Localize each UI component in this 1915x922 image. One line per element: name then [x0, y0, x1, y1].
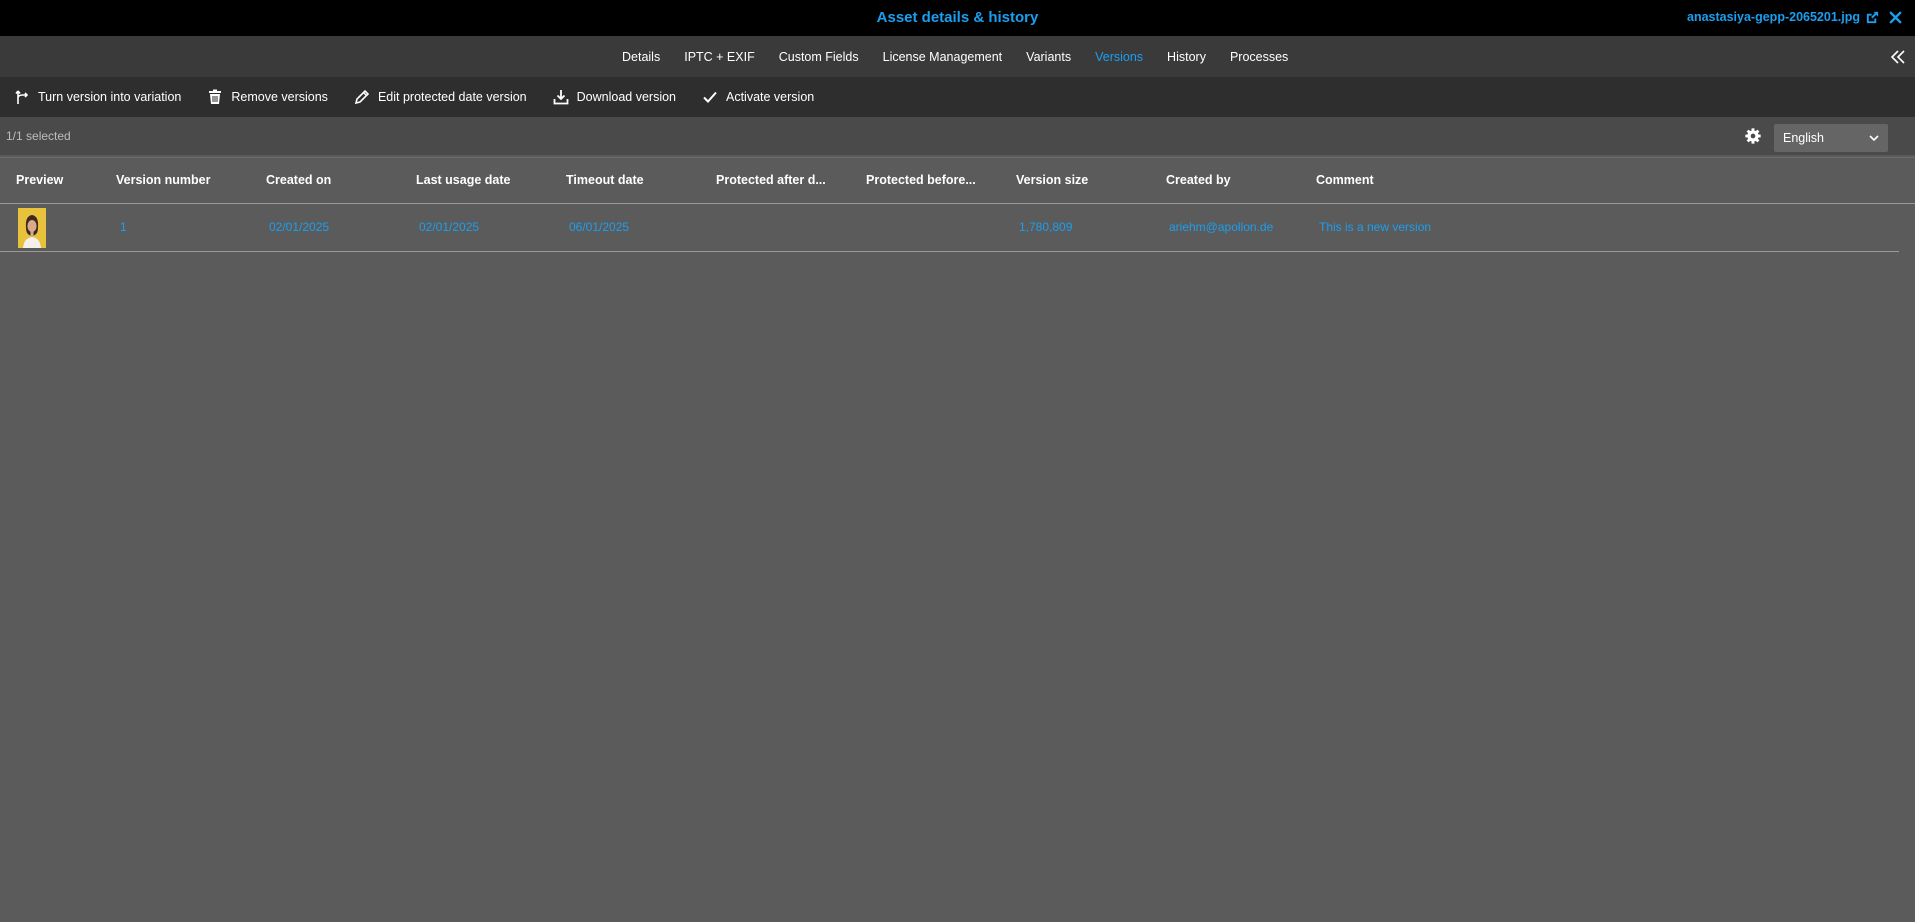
remove-versions-button[interactable]: Remove versions	[207, 89, 328, 105]
selection-count: 1/1 selected	[6, 129, 71, 143]
close-icon[interactable]	[1888, 10, 1903, 25]
column-header-preview[interactable]: Preview	[16, 158, 86, 203]
trash-icon	[209, 89, 222, 104]
gear-icon[interactable]	[1744, 127, 1762, 145]
chevron-down-icon	[1869, 135, 1879, 142]
turn-into-variation-button[interactable]: Turn version into variation	[14, 89, 181, 105]
cell-protected-after	[719, 204, 849, 251]
download-version-label: Download version	[576, 90, 676, 104]
column-header-created-on[interactable]: Created on	[266, 158, 396, 203]
cell-timeout-date: 06/01/2025	[569, 220, 630, 234]
tab-variants[interactable]: Variants	[1026, 50, 1071, 64]
turn-into-variation-label: Turn version into variation	[38, 90, 182, 104]
external-link-icon[interactable]	[1865, 10, 1880, 25]
edit-protected-date-label: Edit protected date version	[377, 90, 527, 104]
column-header-created-by[interactable]: Created by	[1166, 158, 1296, 203]
tab-history[interactable]: History	[1167, 50, 1206, 64]
column-header-version-size[interactable]: Version size	[1016, 158, 1146, 203]
column-header-timeout-date[interactable]: Timeout date	[566, 158, 696, 203]
cell-created-by: ariehm@apollon.de	[1169, 220, 1274, 234]
table-header: Preview Version number Created on Last u…	[0, 157, 1915, 204]
column-header-protected-after[interactable]: Protected after d...	[716, 158, 856, 203]
tab-processes[interactable]: Processes	[1230, 50, 1288, 64]
column-header-last-usage-date[interactable]: Last usage date	[416, 158, 546, 203]
language-select[interactable]: English	[1774, 124, 1888, 152]
tab-custom-fields[interactable]: Custom Fields	[779, 50, 859, 64]
remove-versions-label: Remove versions	[231, 90, 328, 104]
column-header-comment[interactable]: Comment	[1316, 158, 1446, 203]
tabs-bar: Details IPTC + EXIF Custom Fields Licens…	[0, 36, 1915, 77]
cell-created-on: 02/01/2025	[269, 220, 330, 234]
download-version-button[interactable]: Download version	[553, 89, 676, 105]
branch-icon	[15, 90, 29, 104]
tab-list: Details IPTC + EXIF Custom Fields Licens…	[622, 36, 1312, 77]
double-chevron-left-icon[interactable]	[1889, 48, 1907, 66]
cell-version-number: 1	[120, 220, 127, 234]
tab-iptc-exif[interactable]: IPTC + EXIF	[684, 50, 755, 64]
version-toolbar: Turn version into variation Remove versi…	[0, 77, 1915, 117]
cell-version-size: 1,780,809	[1019, 220, 1073, 234]
page-title: Asset details & history	[876, 9, 1039, 26]
tab-versions[interactable]: Versions	[1095, 50, 1143, 64]
title-bar: Asset details & history anastasiya-gepp-…	[0, 0, 1915, 36]
cell-last-usage-date: 02/01/2025	[419, 220, 480, 234]
column-header-version-number[interactable]: Version number	[116, 158, 246, 203]
tab-details[interactable]: Details	[622, 50, 660, 64]
activate-version-button[interactable]: Activate version	[702, 89, 814, 105]
cell-protected-before	[869, 204, 999, 251]
status-bar: 1/1 selected	[0, 117, 1915, 155]
edit-protected-date-button[interactable]: Edit protected date version	[354, 89, 527, 105]
version-preview-thumbnail	[18, 208, 46, 248]
column-header-protected-before[interactable]: Protected before...	[866, 158, 1006, 203]
asset-filename: anastasiya-gepp-2065201.jpg	[1687, 10, 1860, 24]
activate-version-label: Activate version	[726, 90, 815, 104]
table-row[interactable]: 1 02/01/2025 02/01/2025 06/01/2025 1,780…	[0, 204, 1899, 252]
tab-license-management[interactable]: License Management	[883, 50, 1003, 64]
cell-comment: This is a new version	[1319, 220, 1432, 234]
check-icon	[703, 91, 717, 103]
download-icon	[553, 90, 569, 105]
language-value: English	[1783, 131, 1824, 145]
pencil-icon	[354, 89, 370, 105]
